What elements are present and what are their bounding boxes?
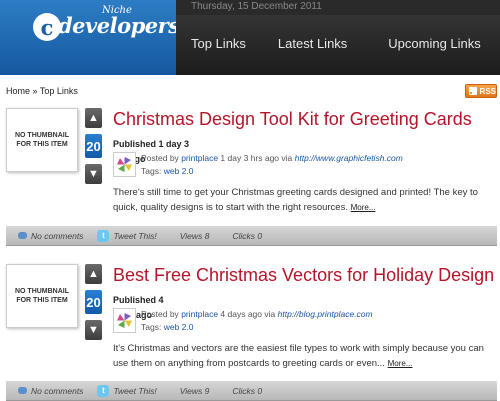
tags-label: Tags:	[141, 166, 162, 176]
twitter-icon: t	[97, 384, 110, 397]
current-date: Thursday, 15 December 2011	[191, 1, 322, 12]
meta-posted-by: Posted by	[141, 153, 179, 163]
more-link[interactable]: More...	[351, 203, 376, 212]
comment-icon	[18, 387, 27, 394]
thumbs-down-icon[interactable]: ▼	[85, 320, 102, 340]
post-title-link[interactable]: Best Free Christmas Vectors for Holiday …	[113, 265, 494, 285]
post-meta: Posted by printplace 4 days ago via http…	[141, 308, 373, 334]
thumbs-up-icon[interactable]: ▲	[85, 264, 102, 284]
nav-upcoming-links[interactable]: Upcoming Links	[367, 36, 496, 51]
thumbs-up-icon[interactable]: ▲	[85, 108, 102, 128]
logo-mark: c	[33, 13, 61, 41]
vote-count: 20	[85, 290, 102, 314]
clicks-item: Clicks 0	[232, 386, 262, 396]
post-thumbnail[interactable]: NO THUMBNAIL FOR THIS ITEM	[6, 108, 78, 172]
excerpt-text: There's still time to get your Christmas…	[113, 187, 478, 213]
excerpt-text: It's Christmas and vectors are the easie…	[113, 343, 484, 369]
pinwheel-icon	[117, 313, 132, 328]
meta-via: via	[281, 153, 293, 163]
more-link[interactable]: More...	[388, 359, 413, 368]
tags-label: Tags:	[141, 322, 162, 332]
comments-item[interactable]: No comments	[18, 386, 83, 396]
breadcrumb: Home » Top Links	[6, 86, 78, 96]
author-link[interactable]: printplace	[181, 153, 218, 163]
breadcrumb-separator: »	[32, 86, 38, 96]
clicks-count: Clicks 0	[232, 230, 263, 241]
post-action-bar: No comments t Tweet This! Views 9 Clicks…	[6, 381, 497, 401]
post-excerpt: There's still time to get your Christmas…	[113, 185, 493, 215]
vote-widget: ▲ 20 ▼	[85, 108, 102, 184]
meta-posted-by: Posted by	[141, 309, 179, 319]
tweet-label: Tweet This!	[113, 385, 157, 396]
author-avatar[interactable]	[113, 152, 136, 177]
author-avatar[interactable]	[113, 308, 136, 333]
post-meta: Posted by printplace 1 day 3 hrs ago via…	[141, 152, 403, 178]
nav-corner-icon	[486, 0, 500, 13]
views-count: Views 8	[179, 230, 210, 241]
post-time: 4 days ago	[220, 309, 263, 319]
logo-niche-label: Niche	[102, 5, 132, 16]
vote-widget: ▲ 20 ▼	[85, 264, 102, 340]
post-title-link[interactable]: Christmas Design Tool Kit for Greeting C…	[113, 109, 472, 129]
vote-count: 20	[85, 134, 102, 158]
clicks-item: Clicks 0	[232, 231, 262, 241]
source-url-link[interactable]: http://www.graphicfetish.com	[295, 153, 403, 163]
nav-top-links[interactable]: Top Links	[176, 36, 261, 51]
site-logo[interactable]: c developers Niche	[0, 0, 180, 75]
logo-wordmark: developers	[58, 13, 180, 38]
breadcrumb-current: Top Links	[39, 86, 78, 96]
post-thumbnail[interactable]: NO THUMBNAIL FOR THIS ITEM	[6, 264, 78, 328]
comments-count: No comments	[31, 230, 84, 241]
tweet-item[interactable]: t Tweet This!	[97, 229, 157, 242]
tag-link[interactable]: web 2.0	[164, 166, 194, 176]
twitter-icon: t	[97, 229, 110, 242]
rss-label: RSS	[479, 86, 496, 96]
rss-icon	[469, 87, 477, 95]
author-link[interactable]: printplace	[181, 309, 218, 319]
meta-via: via	[264, 309, 276, 319]
source-url-link[interactable]: http://blog.printplace.com	[278, 309, 373, 319]
nav-latest-links[interactable]: Latest Links	[261, 36, 367, 51]
post-published: Published 4	[113, 295, 164, 305]
post-published: Published 1 day 3	[113, 139, 190, 149]
main-navigation: Thursday, 15 December 2011 Top Links Lat…	[176, 0, 500, 75]
post-excerpt: It's Christmas and vectors are the easie…	[113, 341, 493, 371]
post-action-bar: No comments t Tweet This! Views 8 Clicks…	[6, 226, 497, 246]
thumbs-down-icon[interactable]: ▼	[85, 164, 102, 184]
comment-icon	[18, 232, 27, 239]
comments-item[interactable]: No comments	[18, 231, 83, 241]
views-item: Views 8	[180, 231, 210, 241]
comments-count: No comments	[31, 385, 84, 396]
post-time: 1 day 3 hrs ago	[220, 153, 280, 163]
views-count: Views 9	[179, 385, 210, 396]
tweet-item[interactable]: t Tweet This!	[97, 384, 157, 397]
views-item: Views 9	[180, 386, 210, 396]
rss-button[interactable]: RSS	[465, 84, 497, 98]
tag-link[interactable]: web 2.0	[164, 322, 194, 332]
clicks-count: Clicks 0	[232, 385, 263, 396]
tweet-label: Tweet This!	[113, 230, 157, 241]
breadcrumb-home[interactable]: Home	[6, 86, 30, 96]
pinwheel-icon	[117, 157, 132, 172]
site-header: c developers Niche Thursday, 15 December…	[0, 0, 500, 75]
